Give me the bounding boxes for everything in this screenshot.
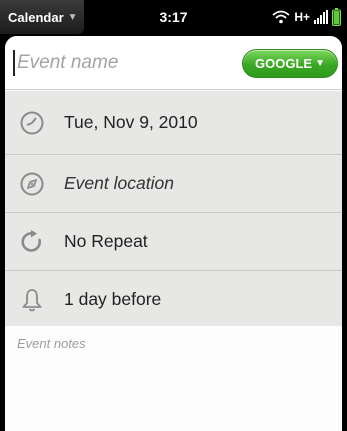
event-details-list: Tue, Nov 9, 2010 Event location No Repea… <box>5 91 342 329</box>
battery-icon <box>332 8 341 26</box>
chevron-down-icon: ▼ <box>67 11 78 23</box>
event-notes-input[interactable] <box>5 326 342 431</box>
new-event-card: GOOGLE ▼ Tue, Nov 9, 2010 Event location <box>5 36 342 431</box>
status-icons[interactable]: H+ <box>272 0 341 34</box>
wifi-icon <box>272 10 290 24</box>
bell-icon <box>22 288 42 311</box>
repeat-label: No Repeat <box>64 231 148 251</box>
signal-icon <box>314 10 328 24</box>
network-type: H+ <box>294 10 310 24</box>
event-notes-area <box>5 326 342 431</box>
text-cursor <box>13 50 15 76</box>
date-label: Tue, Nov 9, 2010 <box>64 112 198 132</box>
event-name-row: GOOGLE ▼ <box>5 36 342 90</box>
calendar-account-button[interactable]: GOOGLE ▼ <box>242 49 338 78</box>
event-name-input[interactable] <box>17 48 227 78</box>
status-bar: Calendar ▼ 3:17 H+ <box>0 0 347 34</box>
chevron-down-icon: ▼ <box>315 58 325 69</box>
repeat-icon <box>21 229 42 252</box>
location-row[interactable]: Event location <box>5 155 342 213</box>
reminder-row[interactable]: 1 day before <box>5 271 342 329</box>
compass-icon <box>20 172 44 195</box>
location-field: Event location <box>64 173 174 193</box>
reminder-label: 1 day before <box>64 289 162 309</box>
date-row[interactable]: Tue, Nov 9, 2010 <box>5 91 342 155</box>
app-menu-label: Calendar <box>8 9 64 25</box>
app-menu[interactable]: Calendar ▼ <box>0 0 84 34</box>
repeat-row[interactable]: No Repeat <box>5 213 342 271</box>
calendar-account-label: GOOGLE <box>255 56 313 71</box>
clock-icon <box>20 111 44 134</box>
